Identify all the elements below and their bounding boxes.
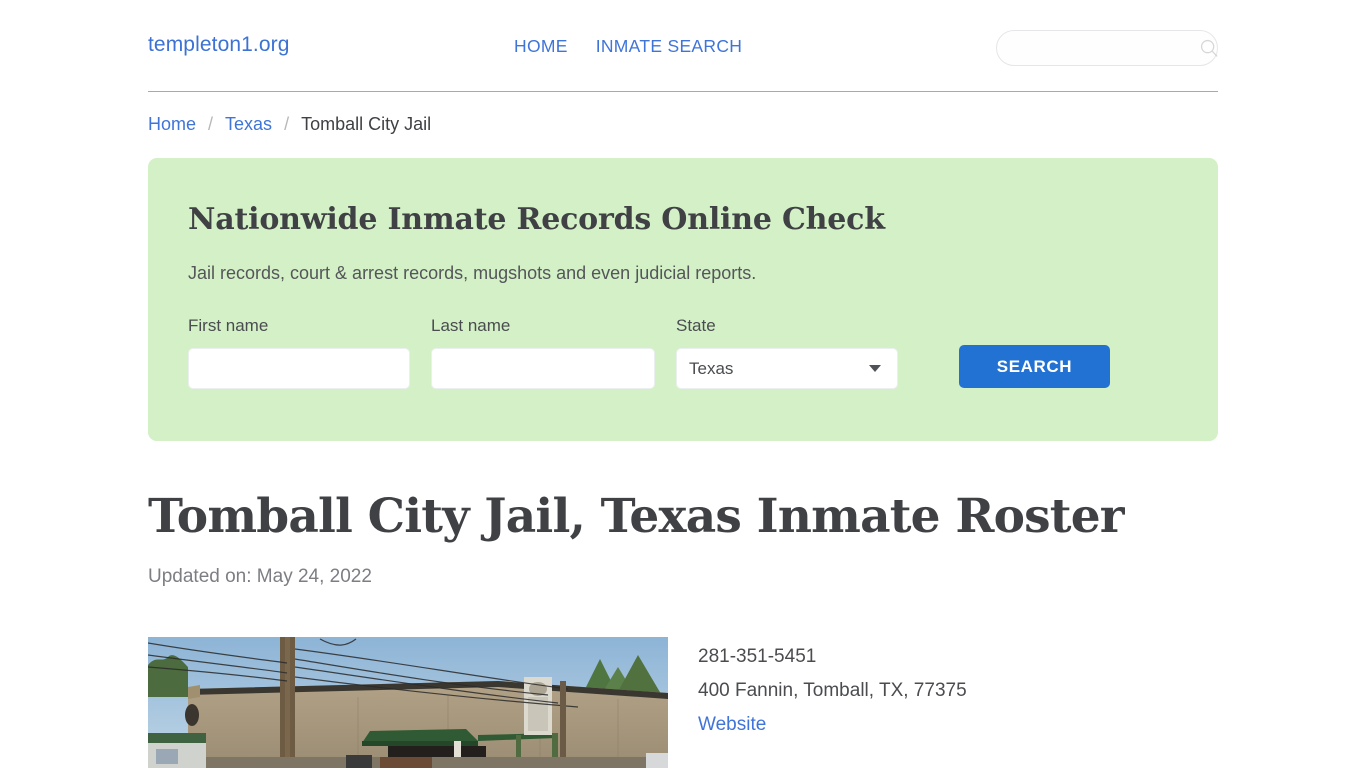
- breadcrumb-separator: /: [284, 114, 290, 134]
- first-name-field-group: First name: [188, 316, 410, 389]
- header-search-box[interactable]: [996, 30, 1218, 66]
- main-nav: HOME INMATE SEARCH: [514, 36, 742, 57]
- chevron-down-icon: [869, 365, 881, 372]
- updated-date: Updated on: May 24, 2022: [148, 566, 372, 587]
- facility-website-link[interactable]: Website: [698, 714, 766, 735]
- state-field-group: State Texas: [676, 316, 898, 389]
- facility-photo-image: [148, 637, 668, 768]
- first-name-input[interactable]: [188, 348, 410, 389]
- panel-subtitle: Jail records, court & arrest records, mu…: [188, 263, 757, 283]
- breadcrumb: Home / Texas / Tomball City Jail: [148, 114, 431, 135]
- breadcrumb-item-texas[interactable]: Texas: [225, 114, 272, 135]
- state-select[interactable]: Texas: [676, 348, 898, 389]
- page-root: templeton1.org HOME INMATE SEARCH Home /…: [0, 0, 1366, 768]
- facility-photo: [148, 637, 668, 768]
- nav-item-inmate-search[interactable]: INMATE SEARCH: [596, 36, 743, 57]
- inmate-search-panel: Nationwide Inmate Records Online Check J…: [148, 158, 1218, 441]
- state-label: State: [676, 316, 716, 335]
- last-name-label: Last name: [431, 316, 511, 335]
- site-logo-link[interactable]: templeton1.org: [148, 33, 290, 57]
- page-title: Tomball City Jail, Texas Inmate Roster: [148, 489, 1125, 544]
- site-header: templeton1.org HOME INMATE SEARCH: [148, 0, 1218, 92]
- search-icon: [1200, 39, 1218, 57]
- facility-address: 400 Fannin, Tomball, TX, 77375: [698, 680, 967, 701]
- breadcrumb-item-current: Tomball City Jail: [301, 114, 432, 134]
- breadcrumb-separator: /: [208, 114, 214, 134]
- panel-heading: Nationwide Inmate Records Online Check: [188, 202, 885, 237]
- state-select-value: Texas: [689, 358, 734, 378]
- facility-phone: 281-351-5451: [698, 646, 817, 667]
- facility-contact-info: 281-351-5451 400 Fannin, Tomball, TX, 77…: [698, 640, 967, 742]
- first-name-label: First name: [188, 316, 269, 335]
- header-search-input[interactable]: [1013, 31, 1198, 65]
- search-button[interactable]: SEARCH: [959, 345, 1110, 388]
- nav-item-home[interactable]: HOME: [514, 36, 568, 57]
- breadcrumb-item-home[interactable]: Home: [148, 114, 196, 135]
- last-name-field-group: Last name: [431, 316, 655, 389]
- last-name-input[interactable]: [431, 348, 655, 389]
